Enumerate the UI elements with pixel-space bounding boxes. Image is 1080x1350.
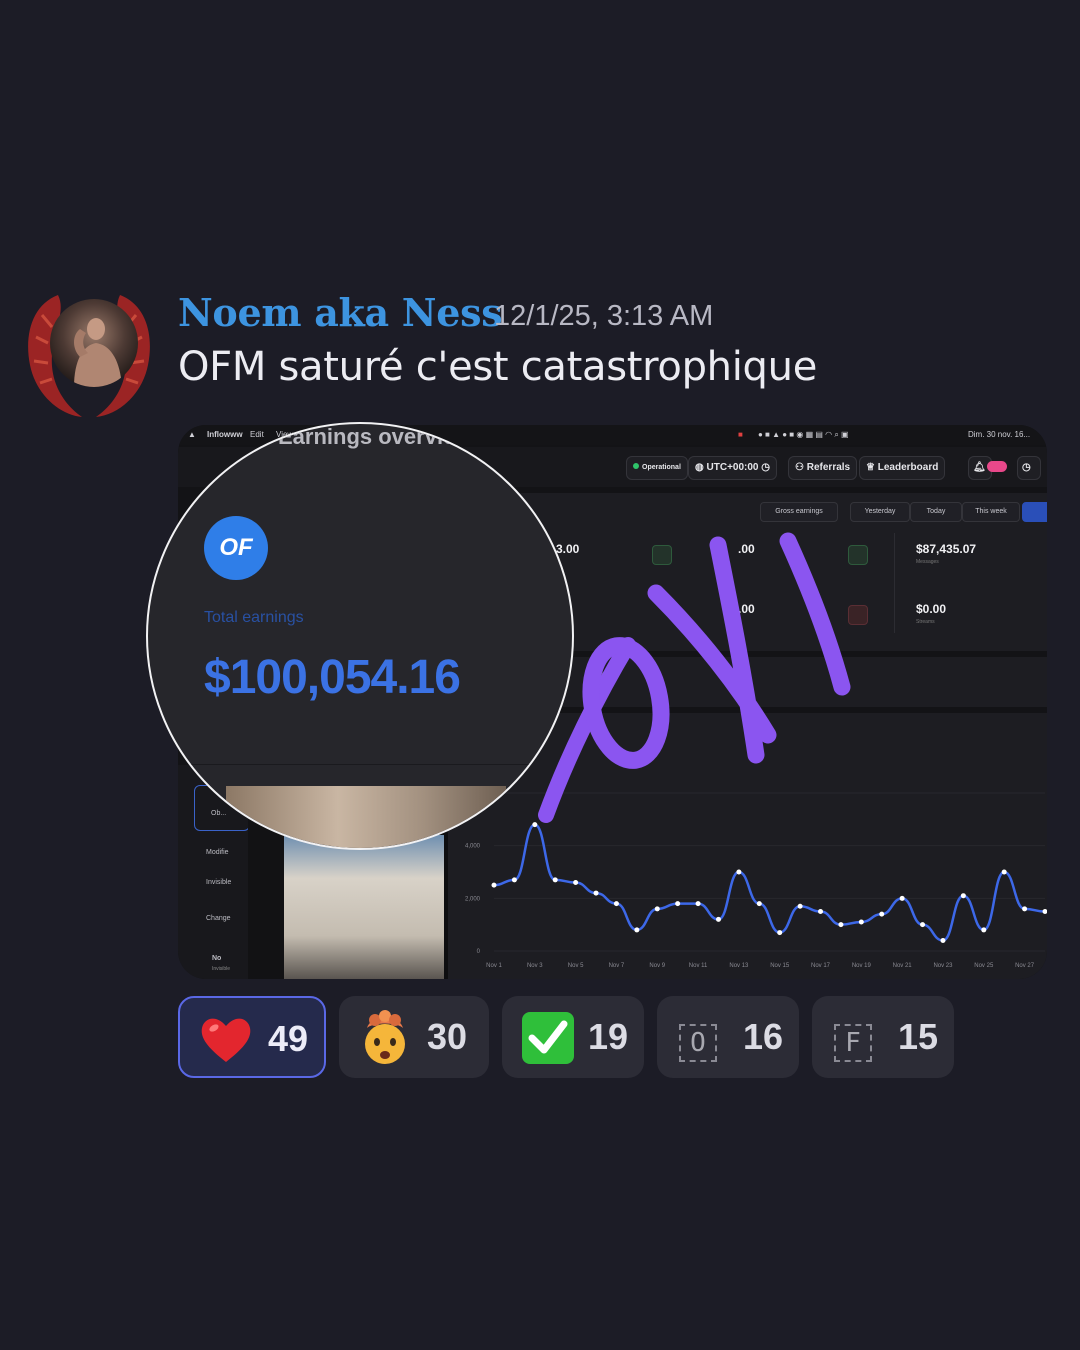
heart-icon (201, 1018, 251, 1062)
reaction-count: 30 (427, 1016, 468, 1057)
total-earnings-label: Total earnings (204, 609, 304, 626)
reaction-letter-o[interactable]: O 16 (657, 996, 799, 1078)
letter-f-icon: F (834, 1024, 872, 1062)
chat-message: Noem aka Ness 12/1/25, 3:13 AM OFM satur… (0, 0, 1080, 1350)
avatar[interactable] (22, 285, 156, 419)
letter-o-icon: O (679, 1024, 717, 1062)
onlyfans-logo-icon: OF (204, 516, 268, 580)
message-timestamp: 12/1/25, 3:13 AM (494, 300, 714, 332)
divider (148, 764, 572, 765)
author-name[interactable]: Noem aka Ness (178, 290, 503, 335)
magnifier-zoom: Earnings overview OF Total earnings $100… (146, 422, 574, 850)
reaction-heart[interactable]: 49 (178, 996, 326, 1078)
total-earnings-value: $100,054.16 (204, 651, 461, 704)
reaction-count: 15 (898, 1016, 939, 1057)
avatar-photo (50, 299, 138, 387)
check-mark-icon (522, 1012, 574, 1064)
message-text: OFM saturé c'est catastrophique (178, 344, 818, 390)
magnified-title: Earnings overview (278, 424, 473, 449)
reaction-exploding-head[interactable]: 30 (339, 996, 489, 1078)
reaction-count: 19 (588, 1016, 629, 1057)
reaction-count: 49 (268, 1018, 309, 1059)
reaction-letter-f[interactable]: F 15 (812, 996, 954, 1078)
reaction-count: 16 (743, 1016, 784, 1057)
exploding-head-icon (365, 1010, 405, 1064)
magnified-photo (226, 786, 506, 848)
reaction-check[interactable]: 19 (502, 996, 644, 1078)
